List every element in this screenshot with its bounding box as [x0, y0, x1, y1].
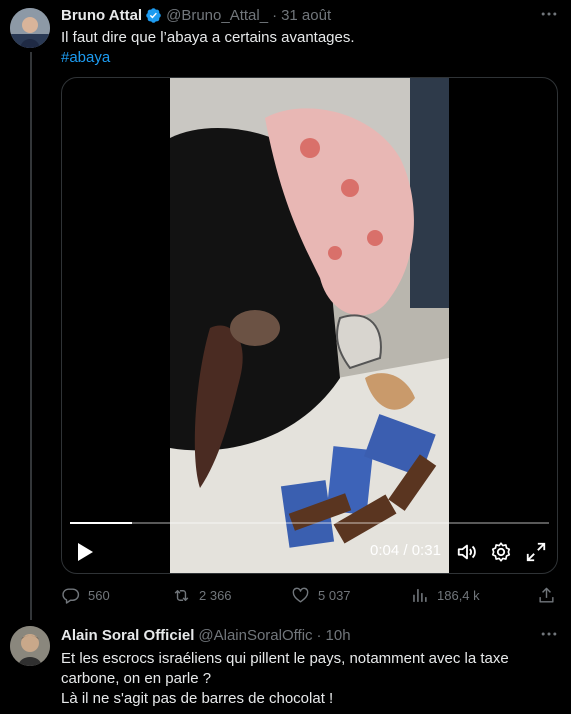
thread-line — [30, 52, 32, 620]
video-time: 0:04 / 0:31 — [370, 542, 441, 559]
fullscreen-icon[interactable] — [525, 541, 547, 563]
tweet-time[interactable]: 31 août — [281, 7, 331, 24]
repost-icon — [174, 590, 189, 601]
reply-button[interactable]: 560 — [61, 586, 110, 605]
action-bar: 560 2 366 5 037 186,4 k — [0, 586, 571, 608]
video-time-separator: / — [403, 542, 408, 559]
reply-text: Et les escrocs israéliens qui pillent le… — [61, 650, 509, 707]
author-handle[interactable]: @Bruno_Attal_ — [166, 7, 268, 24]
verified-badge-icon — [145, 7, 162, 24]
video-progress-fill — [70, 522, 133, 524]
settings-icon[interactable] — [490, 541, 512, 563]
video-duration: 0:31 — [411, 542, 441, 559]
share-icon — [539, 587, 554, 603]
reply-header: Alain Soral Officiel @AlainSoralOffic · … — [61, 627, 351, 644]
author-name[interactable]: Bruno Attal — [61, 7, 142, 24]
reply-separator: · — [316, 627, 322, 644]
video-current-time: 0:04 — [370, 542, 400, 559]
video-player[interactable]: 0:04 / 0:31 — [61, 77, 558, 574]
more-icon[interactable] — [539, 624, 559, 644]
tweet-header: Bruno Attal @Bruno_Attal_ · 31 août — [61, 7, 331, 24]
views-icon — [413, 589, 427, 602]
reply-avatar[interactable] — [10, 626, 50, 666]
avatar[interactable] — [10, 8, 50, 48]
repost-button[interactable]: 2 366 — [172, 586, 232, 605]
share-button[interactable] — [537, 586, 564, 605]
play-icon[interactable] — [76, 542, 94, 562]
like-count: 5 037 — [318, 588, 351, 603]
view-count: 186,4 k — [437, 588, 480, 603]
tweet-text: Il faut dire que l’abaya a certains avan… — [61, 29, 355, 46]
video-progress-bar[interactable] — [70, 522, 549, 524]
hashtag-link[interactable]: #abaya — [61, 49, 110, 66]
video-frame — [170, 78, 449, 573]
reply-count: 560 — [88, 588, 110, 603]
separator: · — [272, 7, 278, 24]
more-icon[interactable] — [539, 4, 559, 24]
like-button[interactable]: 5 037 — [291, 586, 351, 605]
reply-time[interactable]: 10h — [326, 627, 351, 644]
views-button[interactable]: 186,4 k — [410, 586, 480, 605]
repost-count: 2 366 — [199, 588, 232, 603]
volume-icon[interactable] — [456, 541, 478, 563]
reply-author-handle[interactable]: @AlainSoralOffic — [198, 627, 312, 644]
reply-icon — [62, 588, 80, 604]
reply-author-name[interactable]: Alain Soral Officiel — [61, 627, 194, 644]
like-icon — [292, 587, 309, 603]
